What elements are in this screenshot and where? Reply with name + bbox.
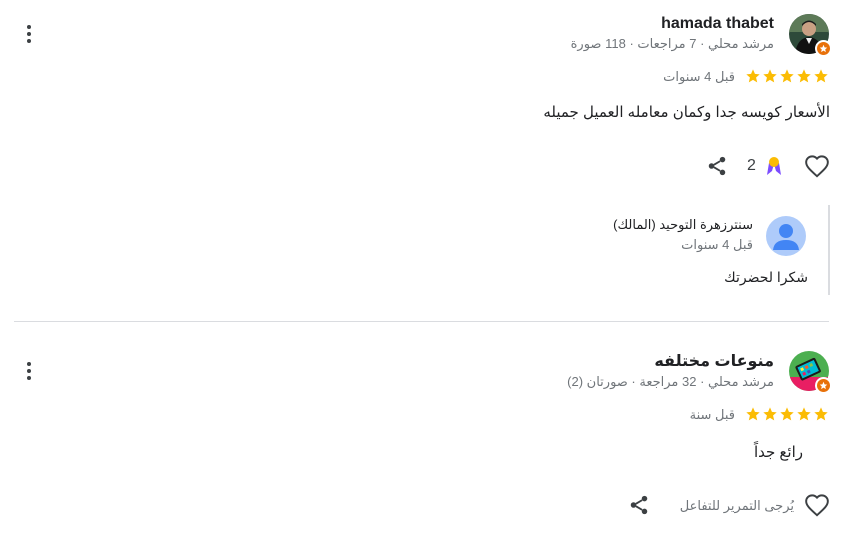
star-icon [763, 69, 777, 83]
share-icon [630, 495, 648, 515]
more-options-button[interactable] [17, 359, 41, 383]
like-count: 2 [747, 157, 756, 174]
star-icon [746, 407, 760, 421]
owner-name: سنترزهرة التوحيد (المالك) [613, 217, 753, 232]
owner-avatar[interactable] [766, 216, 806, 256]
reviewer-avatar[interactable] [789, 14, 832, 57]
owner-reply-time: قبل 4 سنوات [681, 237, 753, 252]
star-icon [780, 407, 794, 421]
person-icon [766, 216, 806, 256]
review-card: hamada thabet مرشد محلي · 7 مراجعات · 11… [0, 0, 848, 320]
review-text: رائع جداً [753, 444, 803, 461]
star-icon [797, 69, 811, 83]
star-icon [763, 407, 777, 421]
interaction-hint: يُرجى التمرير للتفاعل [679, 498, 794, 513]
reviewer-meta: مرشد محلي · 7 مراجعات · 118 صورة [570, 36, 774, 51]
star-icon [746, 69, 760, 83]
owner-reply-text: شكرا لحضرتك [724, 269, 808, 285]
star-icon [814, 69, 828, 83]
star-rating [745, 406, 829, 422]
star-icon [780, 69, 794, 83]
review-time: قبل 4 سنوات [663, 69, 735, 84]
reviewer-meta: مرشد محلي · 32 مراجعة · صورتان (2) [567, 374, 774, 389]
like-button[interactable] [803, 153, 831, 181]
owner-reply: سنترزهرة التوحيد (المالك) قبل 4 سنوات شك… [613, 205, 830, 295]
more-vert-icon [27, 362, 31, 380]
share-icon [708, 156, 726, 176]
reviewer-name[interactable]: منوعات مختلفه [654, 351, 774, 371]
local-guide-badge-icon [815, 377, 832, 394]
share-button[interactable] [627, 493, 651, 517]
award-ribbon-icon [767, 157, 781, 175]
star-icon [797, 407, 811, 421]
review-time: قبل سنة [689, 407, 735, 422]
like-button[interactable] [803, 492, 831, 520]
more-vert-icon [27, 25, 31, 43]
share-button[interactable] [705, 154, 729, 178]
local-guide-badge-icon [815, 40, 832, 57]
award-button[interactable] [765, 155, 783, 177]
reviewer-name[interactable]: hamada thabet [661, 15, 774, 33]
review-card: منوعات مختلفه مرشد محلي · 32 مراجعة · صو… [0, 322, 848, 533]
more-options-button[interactable] [17, 22, 41, 46]
reviewer-avatar[interactable] [789, 351, 832, 394]
heart-outline-icon [805, 155, 829, 178]
heart-outline-icon [805, 494, 829, 517]
star-rating [745, 68, 829, 84]
star-icon [814, 407, 828, 421]
review-text: الأسعار كويسه جدا وكمان معامله العميل جم… [543, 104, 830, 121]
